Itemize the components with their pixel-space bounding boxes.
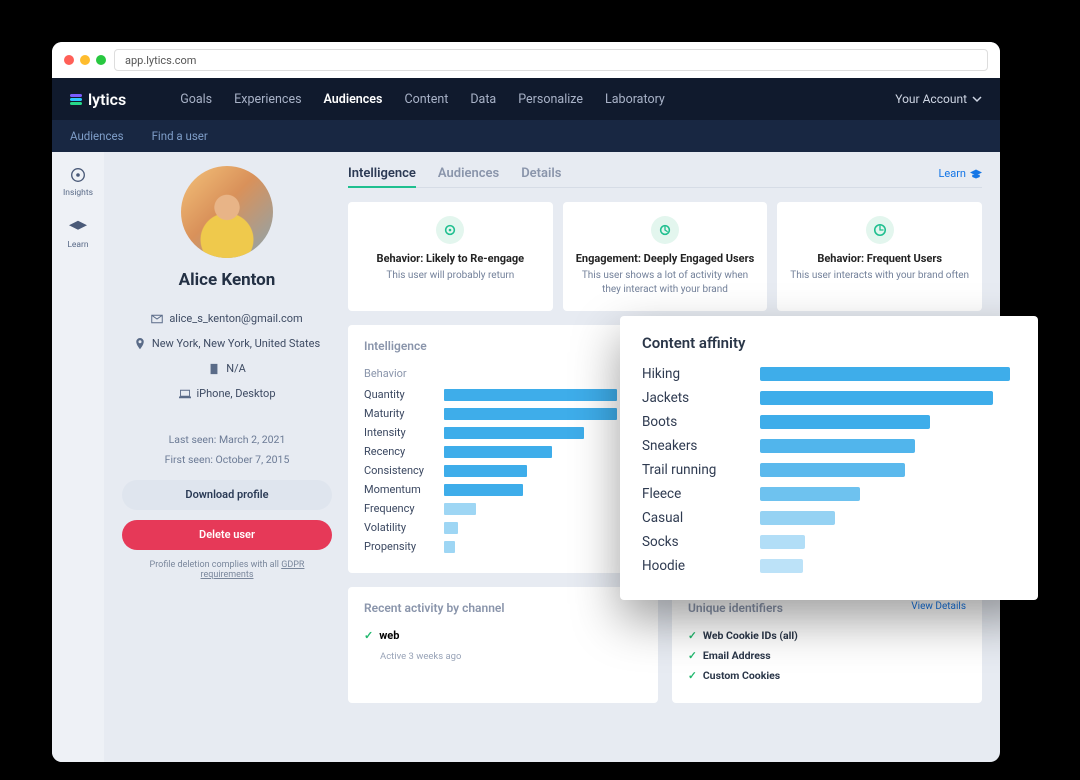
tab-intelligence[interactable]: Intelligence xyxy=(348,166,416,188)
tab-details[interactable]: Details xyxy=(521,166,561,181)
identifiers-panel: View Details Unique identifiers ✓Web Coo… xyxy=(672,587,982,703)
pin-icon xyxy=(134,338,146,350)
check-icon: ✓ xyxy=(688,669,697,682)
top-nav: lytics Goals Experiences Audiences Content D… xyxy=(52,78,1000,120)
tab-audiences[interactable]: Audiences xyxy=(438,166,499,181)
affinity-row: Socks xyxy=(642,534,1016,550)
profile-seen-meta: Last seen: March 2, 2021 First seen: Oct… xyxy=(165,430,290,470)
profile-email: alice_s_kenton@gmail.com xyxy=(151,312,302,325)
nav-goals[interactable]: Goals xyxy=(180,92,212,107)
activity-item: ✓ web xyxy=(364,629,642,642)
insight-icon xyxy=(866,216,894,244)
nav-personalize[interactable]: Personalize xyxy=(518,92,583,107)
profile-tabs: Intelligence Audiences Details Learn xyxy=(348,166,982,188)
insight-card[interactable]: Engagement: Deeply Engaged UsersThis use… xyxy=(563,202,768,311)
affinity-row: Boots xyxy=(642,414,1016,430)
content-affinity-overlay: Content affinity HikingJacketsBootsSneak… xyxy=(620,316,1038,600)
rail-learn[interactable]: Learn xyxy=(67,218,88,250)
nav-laboratory[interactable]: Laboratory xyxy=(605,92,665,107)
avatar xyxy=(181,166,273,258)
identifier-item: ✓Web Cookie IDs (all) xyxy=(688,629,966,642)
insight-card[interactable]: Behavior: Frequent UsersThis user intera… xyxy=(777,202,982,311)
identifier-item: ✓Custom Cookies xyxy=(688,669,966,682)
affinity-row: Jackets xyxy=(642,390,1016,406)
sub-nav: Audiences Find a user xyxy=(52,120,1000,152)
chevron-down-icon xyxy=(972,94,982,104)
graduation-icon xyxy=(970,168,982,180)
profile-devices: iPhone, Desktop xyxy=(179,387,276,400)
check-icon: ✓ xyxy=(688,629,697,642)
insight-icon xyxy=(436,216,464,244)
target-icon xyxy=(69,166,87,184)
view-details-link[interactable]: View Details xyxy=(911,601,966,612)
affinity-row: Casual xyxy=(642,510,1016,526)
insight-cards: Behavior: Likely to Re-engageThis user w… xyxy=(348,202,982,311)
affinity-row: Hiking xyxy=(642,366,1016,382)
profile-name: Alice Kenton xyxy=(179,270,276,290)
building-icon xyxy=(208,363,220,375)
affinity-row: Trail running xyxy=(642,462,1016,478)
learn-link[interactable]: Learn xyxy=(938,167,982,180)
affinity-row: Fleece xyxy=(642,486,1016,502)
graduation-icon xyxy=(69,218,87,236)
maximize-window-dot[interactable] xyxy=(96,55,106,65)
profile-location: New York, New York, United States xyxy=(134,337,320,350)
side-rail: Insights Learn xyxy=(52,152,104,762)
affinity-row: Sneakers xyxy=(642,438,1016,454)
recent-activity-panel: Recent activity by channel ✓ web Active … xyxy=(348,587,658,703)
nav-data[interactable]: Data xyxy=(470,92,496,107)
mail-icon xyxy=(151,313,163,325)
address-bar[interactable]: app.lytics.com xyxy=(114,49,988,71)
brand-logo[interactable]: lytics xyxy=(70,90,126,109)
nav-experiences[interactable]: Experiences xyxy=(234,92,301,107)
profile-company: N/A xyxy=(208,362,246,375)
delete-user-button[interactable]: Delete user xyxy=(122,520,332,550)
rail-insights[interactable]: Insights xyxy=(63,166,93,198)
profile-sidebar: Alice Kenton alice_s_kenton@gmail.com Ne… xyxy=(122,166,332,748)
subnav-audiences[interactable]: Audiences xyxy=(70,129,124,143)
minimize-window-dot[interactable] xyxy=(80,55,90,65)
nav-audiences[interactable]: Audiences xyxy=(324,92,383,107)
check-icon: ✓ xyxy=(364,629,373,642)
identifier-item: ✓Email Address xyxy=(688,649,966,662)
gdpr-note: Profile deletion complies with all GDPR … xyxy=(122,560,332,580)
affinity-row: Hoodie xyxy=(642,558,1016,574)
check-icon: ✓ xyxy=(688,649,697,662)
subnav-find-a-user[interactable]: Find a user xyxy=(152,129,208,143)
close-window-dot[interactable] xyxy=(64,55,74,65)
account-menu[interactable]: Your Account xyxy=(895,92,982,106)
download-profile-button[interactable]: Download profile xyxy=(122,480,332,510)
browser-chrome: app.lytics.com xyxy=(52,42,1000,78)
insight-card[interactable]: Behavior: Likely to Re-engageThis user w… xyxy=(348,202,553,311)
laptop-icon xyxy=(179,388,191,400)
insight-icon xyxy=(651,216,679,244)
nav-content[interactable]: Content xyxy=(404,92,448,107)
